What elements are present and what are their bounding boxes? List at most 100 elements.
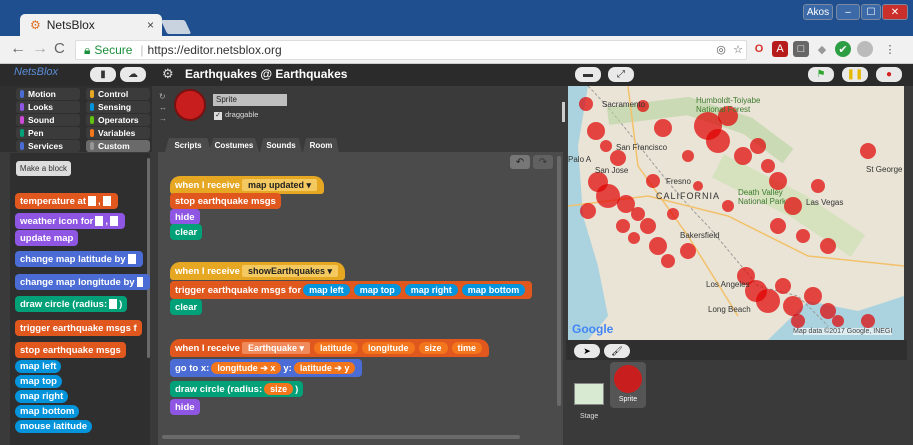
close-window-icon[interactable]: ✕ — [882, 4, 908, 20]
forward-icon[interactable]: → — [32, 40, 48, 58]
tab-scripts[interactable]: Scripts — [165, 138, 211, 152]
url-field[interactable]: 🔒︎ Secure | https://editor.netsblox.org — [75, 40, 747, 60]
input-slot[interactable] — [110, 216, 119, 226]
param-longitude[interactable]: longitude — [362, 342, 415, 354]
stop-earthquake-msgs-block[interactable]: stop earthquake msgs — [170, 193, 281, 209]
palette-block-change-map-longitude-by[interactable]: change map longitude by — [15, 274, 150, 290]
input-slot[interactable] — [102, 196, 111, 206]
bookmark-star-icon[interactable]: ☆ — [730, 41, 746, 57]
when-i-receive-hat[interactable]: when I receive map updated ▾ — [170, 176, 324, 194]
close-tab-icon[interactable]: × — [147, 18, 154, 32]
reload-icon[interactable]: C — [54, 40, 65, 57]
param-size[interactable]: size — [418, 342, 448, 354]
tab-costumes[interactable]: Costumes — [209, 138, 259, 152]
extension-gray-icon[interactable] — [857, 41, 873, 57]
extension-pdf-icon[interactable]: A — [772, 41, 788, 57]
draw-circle-block[interactable]: draw circle (radius: size ) — [170, 381, 304, 397]
rotation-style-icons[interactable]: ↻ ↔ → — [159, 91, 167, 124]
file-menu-icon[interactable]: ▮ — [90, 67, 116, 82]
redo-icon[interactable]: ↷ — [533, 155, 553, 169]
palette-block-mouse-latitude[interactable]: mouse latitude — [15, 420, 93, 433]
extension-square-icon[interactable]: □ — [793, 41, 809, 57]
input-slot[interactable] — [127, 254, 136, 264]
sprite-corral-icon[interactable]: Sprite — [610, 362, 646, 408]
message-dropdown[interactable]: Earthquake ▾ — [241, 342, 311, 354]
turtle-arrow-icon[interactable]: ➤ — [574, 344, 600, 358]
cloud-menu-icon[interactable]: ☁ — [120, 67, 146, 82]
stage-map[interactable]: Sacramento Humboldt-Toiyabe National Fore… — [568, 86, 904, 340]
script-scrollbar-vertical[interactable] — [557, 156, 561, 406]
user-badge[interactable]: Akos — [803, 4, 833, 20]
message-dropdown[interactable]: showEarthquakes ▾ — [241, 265, 339, 277]
palette-block-map-top[interactable]: map top — [15, 375, 62, 388]
palette-block-trigger-earthquake-msgs-f[interactable]: trigger earthquake msgs f — [15, 320, 142, 336]
param-time[interactable]: time — [451, 342, 483, 354]
tab-sounds[interactable]: Sounds — [260, 138, 302, 152]
green-flag-icon[interactable]: ⚑ — [808, 67, 834, 82]
clear-block[interactable]: clear — [170, 224, 203, 240]
back-icon[interactable]: ← — [10, 40, 26, 58]
category-services[interactable]: Services — [16, 140, 80, 152]
category-sound[interactable]: Sound — [16, 114, 80, 126]
palette-block-map-left[interactable]: map left — [15, 360, 62, 373]
minimize-icon[interactable]: – — [836, 4, 860, 20]
maximize-icon[interactable]: ☐ — [861, 4, 881, 20]
undo-icon[interactable]: ↶ — [510, 155, 530, 169]
category-sensing[interactable]: Sensing — [86, 101, 150, 113]
go-to-xy-block[interactable]: go to x: longitude ➔ x y: latitude ➔ y — [170, 359, 363, 377]
paintbrush-icon[interactable]: 🖌︎ — [604, 344, 630, 358]
extension-o-icon[interactable]: O — [751, 41, 767, 57]
hide-block[interactable]: hide — [170, 399, 200, 415]
stage-size-icon[interactable]: ▬ — [575, 67, 601, 82]
category-variables[interactable]: Variables — [86, 127, 150, 139]
draggable-checkbox[interactable]: ✓ draggable — [214, 110, 258, 120]
map-left-reporter[interactable]: map left — [303, 284, 350, 296]
category-custom[interactable]: Custom — [86, 140, 150, 152]
browser-tab[interactable]: ⚙ NetsBlox × — [20, 14, 162, 36]
fullscreen-icon[interactable]: ⤢ — [608, 67, 634, 82]
palette-block-weather-icon-for[interactable]: weather icon for, — [15, 213, 126, 229]
hide-block[interactable]: hide — [170, 209, 200, 225]
stage-thumbnail[interactable] — [574, 383, 604, 405]
palette-block-update-map[interactable]: update map — [15, 230, 79, 246]
palette-block-change-map-latitude-by[interactable]: change map latitude by — [15, 251, 143, 267]
stop-icon[interactable]: ● — [876, 67, 902, 82]
input-slot[interactable] — [109, 299, 118, 309]
trigger-earthquake-msgs-block[interactable]: trigger earthquake msgs for map left map… — [170, 281, 533, 299]
map-top-reporter[interactable]: map top — [353, 284, 401, 296]
palette-block-temperature-at[interactable]: temperature at, — [15, 193, 118, 209]
extension-puzzle-icon[interactable]: ◆ — [814, 41, 830, 57]
menu-icon[interactable]: ⋮ — [882, 41, 898, 57]
pause-icon[interactable]: ❚❚ — [842, 67, 868, 82]
clear-block[interactable]: clear — [170, 299, 203, 315]
when-i-receive-hat[interactable]: when I receive Earthquake ▾ latitude lon… — [170, 339, 490, 357]
category-looks[interactable]: Looks — [16, 101, 80, 113]
palette-block-map-right[interactable]: map right — [15, 390, 69, 403]
input-slot[interactable] — [95, 216, 104, 226]
script-scrollbar-horizontal[interactable] — [162, 435, 520, 439]
size-reporter[interactable]: size — [264, 383, 294, 395]
input-slot[interactable] — [136, 277, 143, 287]
category-motion[interactable]: Motion — [16, 88, 80, 100]
map-bottom-reporter[interactable]: map bottom — [461, 284, 526, 296]
sprite-name-input[interactable]: Sprite — [213, 94, 287, 106]
palette-scrollbar[interactable] — [147, 158, 150, 358]
when-i-receive-hat[interactable]: when I receive showEarthquakes ▾ — [170, 262, 346, 280]
extension-check-icon[interactable]: ✔ — [835, 41, 851, 57]
palette-block-stop-earthquake-msgs[interactable]: stop earthquake msgs — [15, 342, 126, 358]
netsblox-logo[interactable]: NetsBlox — [14, 66, 58, 78]
latitude-reporter[interactable]: latitude ➔ y — [293, 362, 356, 374]
tab-room[interactable]: Room — [303, 138, 339, 152]
palette-block-map-bottom[interactable]: map bottom — [15, 405, 80, 418]
longitude-reporter[interactable]: longitude ➔ x — [211, 362, 282, 374]
panel-divider[interactable] — [562, 102, 565, 122]
param-latitude[interactable]: latitude — [314, 342, 359, 354]
make-a-block-button[interactable]: Make a block — [16, 161, 71, 176]
category-control[interactable]: Control — [86, 88, 150, 100]
message-dropdown[interactable]: map updated ▾ — [241, 179, 317, 191]
input-slot[interactable] — [88, 196, 96, 206]
category-pen[interactable]: Pen — [16, 127, 80, 139]
location-icon[interactable]: ◎ — [713, 41, 729, 57]
palette-block-draw-circle-radius[interactable]: draw circle (radius:) — [15, 296, 128, 312]
map-right-reporter[interactable]: map right — [404, 284, 458, 296]
